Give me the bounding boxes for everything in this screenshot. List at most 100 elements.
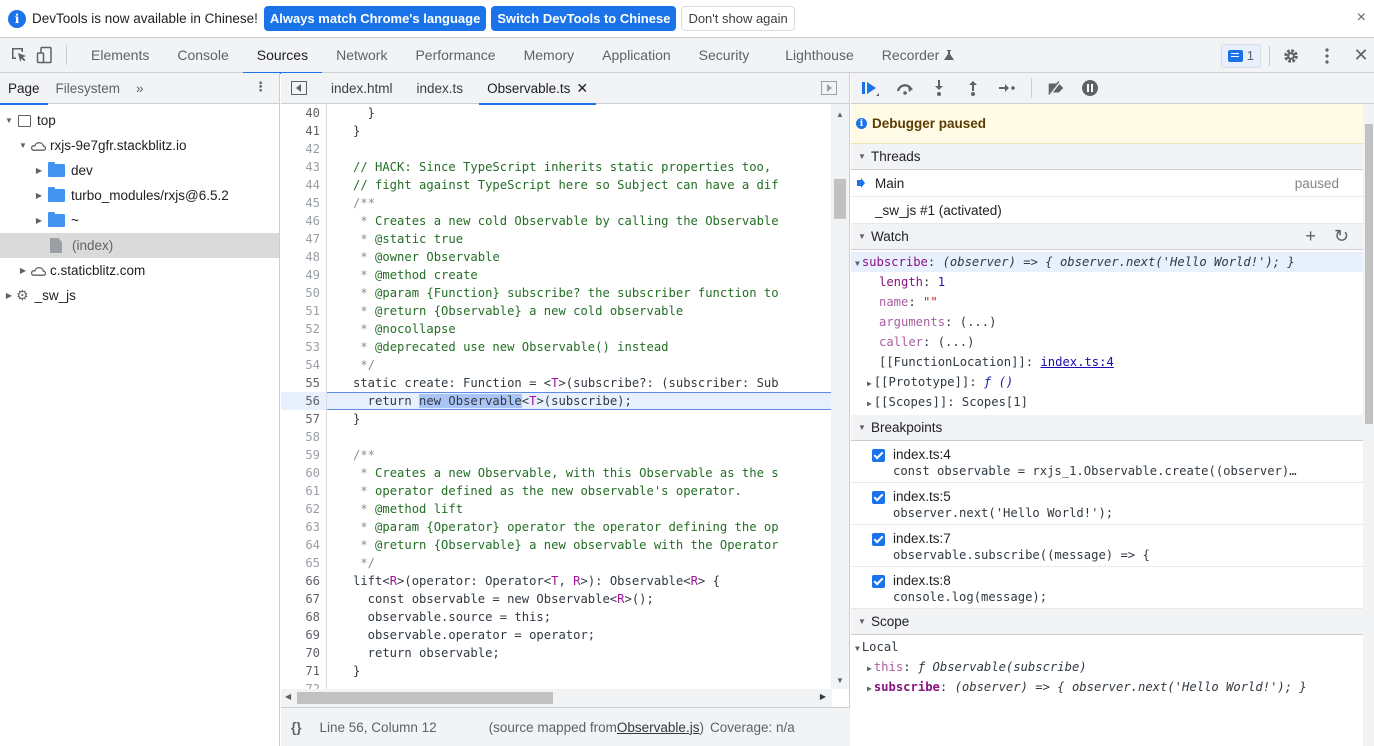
horizontal-scrollbar[interactable]: ◀ ▶ — [281, 689, 832, 707]
line-number[interactable]: 42 — [281, 140, 327, 158]
scroll-up-arrow-icon[interactable]: ▲ — [836, 110, 844, 119]
line-number[interactable]: 50 — [281, 284, 327, 302]
line-number[interactable]: 61 — [281, 482, 327, 500]
breakpoint-checkbox[interactable] — [872, 449, 885, 462]
watch-prop-scopes[interactable]: ▶ [[Scopes]]: Scopes[1] — [851, 392, 1363, 412]
code-line[interactable]: 72 — [281, 680, 832, 689]
tab-security[interactable]: Security — [685, 38, 772, 73]
expanded-triangle-icon[interactable]: ▼ — [4, 116, 14, 125]
scope-var-subscribe[interactable]: ▶ subscribe: (observer) => { observer.nex… — [855, 677, 1363, 697]
always-match-language-button[interactable]: Always match Chrome's language — [263, 6, 487, 31]
tab-console[interactable]: Console — [163, 38, 242, 73]
editor-tab-observable-ts[interactable]: Observable.ts ✕ — [475, 73, 600, 105]
tab-network[interactable]: Network — [322, 38, 401, 73]
code-line[interactable]: 53 * @deprecated use new Observable() in… — [281, 338, 832, 356]
code-line[interactable]: 70 return observable; — [281, 644, 832, 662]
settings-gear-icon[interactable] — [1278, 43, 1304, 69]
line-number[interactable]: 63 — [281, 518, 327, 536]
tree-item-stackblitz-origin[interactable]: ▼ rxjs-9e7gfr.stackblitz.io — [0, 133, 279, 158]
breakpoints-section-header[interactable]: ▼ Breakpoints — [851, 415, 1363, 441]
watch-prop-function-location[interactable]: [[FunctionLocation]]: index.ts:4 — [851, 352, 1363, 372]
close-infobar-icon[interactable]: × — [1357, 9, 1366, 27]
code-line[interactable]: 61 * operator defined as the new observa… — [281, 482, 832, 500]
code-line[interactable]: 69 observable.operator = operator; — [281, 626, 832, 644]
breakpoint-checkbox[interactable] — [872, 491, 885, 504]
scope-var-this[interactable]: ▶ this: ƒ Observable(subscribe) — [855, 657, 1363, 677]
line-number[interactable]: 47 — [281, 230, 327, 248]
code-line[interactable]: 54 */ — [281, 356, 832, 374]
line-number[interactable]: 49 — [281, 266, 327, 284]
code-line[interactable]: 68 observable.source = this; — [281, 608, 832, 626]
code-line[interactable]: 52 * @nocollapse — [281, 320, 832, 338]
code-line[interactable]: 57} — [281, 410, 832, 428]
line-number[interactable]: 43 — [281, 158, 327, 176]
line-number[interactable]: 70 — [281, 644, 327, 662]
pause-on-exceptions-button[interactable] — [1080, 78, 1100, 98]
line-number[interactable]: 68 — [281, 608, 327, 626]
code-line[interactable]: 50 * @param {Function} subscribe? the su… — [281, 284, 832, 302]
watch-prop-prototype[interactable]: ▶ [[Prototype]]: ƒ () — [851, 372, 1363, 392]
add-watch-expression-icon[interactable]: + — [1305, 226, 1316, 247]
vertical-scrollbar[interactable]: ▲ ▼ — [831, 104, 849, 689]
close-tab-icon[interactable]: ✕ — [576, 80, 588, 97]
nav-more-tabs-chevron[interactable]: » — [128, 73, 152, 104]
line-number[interactable]: 69 — [281, 626, 327, 644]
line-number[interactable]: 59 — [281, 446, 327, 464]
code-line[interactable]: 40 } — [281, 104, 832, 122]
dont-show-again-button[interactable]: Don't show again — [681, 6, 795, 31]
nav-tab-filesystem[interactable]: Filesystem — [48, 73, 129, 104]
code-line[interactable]: 59 /** — [281, 446, 832, 464]
tree-item-staticblitz-origin[interactable]: ▶ c.staticblitz.com — [0, 258, 279, 283]
line-number[interactable]: 44 — [281, 176, 327, 194]
code-line[interactable]: 48 * @owner Observable — [281, 248, 832, 266]
watch-expression[interactable]: ▼ subscribe: (observer) => { observer.nex… — [851, 252, 1363, 272]
tree-item-turbo-modules-folder[interactable]: ▶ turbo_modules/rxjs@6.5.2 — [0, 183, 279, 208]
tab-sources[interactable]: Sources — [242, 38, 323, 74]
code-line[interactable]: 41} — [281, 122, 832, 140]
scroll-down-arrow-icon[interactable]: ▼ — [836, 676, 844, 685]
navigator-menu-kebab-icon[interactable]: ⋮ — [254, 79, 267, 95]
code-line[interactable]: 49 * @method create — [281, 266, 832, 284]
expanded-triangle-icon[interactable]: ▼ — [855, 644, 860, 653]
collapsed-triangle-icon[interactable]: ▶ — [867, 399, 872, 408]
more-options-kebab-icon[interactable] — [1314, 43, 1340, 69]
line-number[interactable]: 66 — [281, 572, 327, 590]
issues-badge[interactable]: 1 — [1220, 43, 1261, 68]
watch-prop-caller[interactable]: caller: (...) — [851, 332, 1363, 352]
source-map-link[interactable]: Observable.js — [617, 720, 700, 735]
line-number[interactable]: 41 — [281, 122, 327, 140]
line-number[interactable]: 72 — [281, 680, 327, 689]
breakpoint-item[interactable]: index.ts:7 observable.subscribe((message… — [851, 525, 1363, 567]
code-line[interactable]: 58 — [281, 428, 832, 446]
tab-recorder[interactable]: Recorder — [868, 38, 960, 73]
collapsed-triangle-icon[interactable]: ▶ — [867, 664, 872, 673]
line-number[interactable]: 45 — [281, 194, 327, 212]
editor-tab-index-ts[interactable]: index.ts — [405, 73, 476, 104]
line-number[interactable]: 46 — [281, 212, 327, 230]
collapsed-triangle-icon[interactable]: ▶ — [4, 291, 14, 300]
nav-tab-page[interactable]: Page — [0, 73, 48, 105]
code-line[interactable]: 44 // fight against TypeScript here so Su… — [281, 176, 832, 194]
inspect-element-icon[interactable] — [6, 42, 32, 68]
line-number[interactable]: 71 — [281, 662, 327, 680]
code-line[interactable]: 46 * Creates a new cold Observable by ca… — [281, 212, 832, 230]
watch-prop-name[interactable]: name: "" — [851, 292, 1363, 312]
breakpoint-item[interactable]: index.ts:5 observer.next('Hello World!')… — [851, 483, 1363, 525]
collapsed-triangle-icon[interactable]: ▶ — [34, 191, 44, 200]
execution-line[interactable]: 56 return new Observable<T>(subscribe); — [281, 392, 832, 410]
line-number[interactable]: 54 — [281, 356, 327, 374]
editor-tab-index-html[interactable]: index.html — [319, 73, 405, 104]
breakpoint-checkbox[interactable] — [872, 533, 885, 546]
line-number[interactable]: 53 — [281, 338, 327, 356]
scrollbar-thumb[interactable] — [1365, 124, 1373, 424]
step-over-button[interactable] — [895, 78, 915, 98]
watch-prop-length[interactable]: length: 1 — [851, 272, 1363, 292]
scrollbar-thumb[interactable] — [297, 692, 553, 704]
tab-application[interactable]: Application — [588, 38, 685, 73]
thread-service-worker[interactable]: _sw_js #1 (activated) — [851, 197, 1363, 224]
code-line[interactable]: 47 * @static true — [281, 230, 832, 248]
line-number[interactable]: 52 — [281, 320, 327, 338]
tree-item-service-worker[interactable]: ▶ ⚙ _sw_js — [0, 283, 279, 308]
tab-lighthouse[interactable]: Lighthouse — [771, 38, 868, 73]
line-number[interactable]: 55 — [281, 374, 327, 392]
